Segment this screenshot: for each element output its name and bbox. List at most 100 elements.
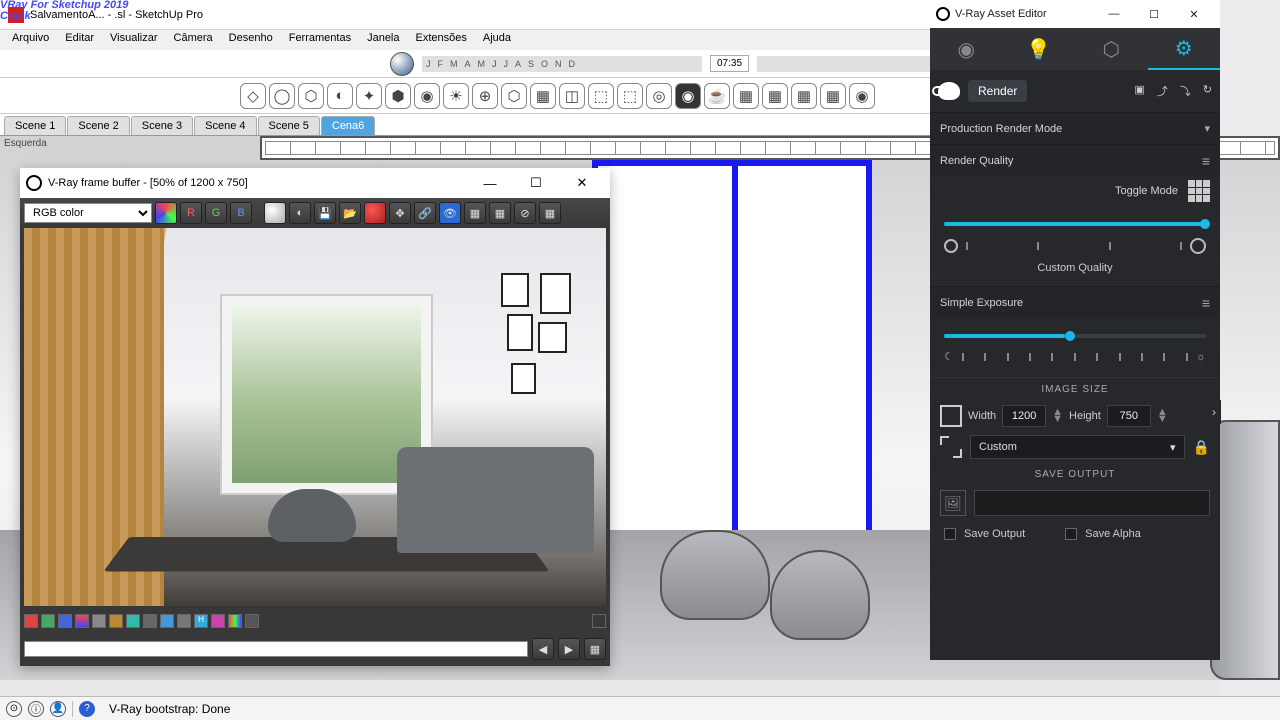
tool-icon[interactable]: ⬡: [298, 83, 324, 109]
tool-icon[interactable]: ◫: [559, 83, 585, 109]
width-stepper[interactable]: ▲▼: [1052, 409, 1063, 423]
menu-arquivo[interactable]: Arquivo: [4, 30, 57, 50]
tab-lights[interactable]: 💡: [1003, 28, 1076, 70]
output-path-input[interactable]: [974, 490, 1210, 516]
tool-icon[interactable]: ⊕: [472, 83, 498, 109]
tool-icon[interactable]: ◉: [414, 83, 440, 109]
menu-ajuda[interactable]: Ajuda: [475, 30, 519, 50]
tool-icon[interactable]: ⬡: [501, 83, 527, 109]
menu-ferramentas[interactable]: Ferramentas: [281, 30, 359, 50]
minimize-button[interactable]: —: [1094, 1, 1134, 27]
tool-icon[interactable]: ⬚: [617, 83, 643, 109]
save-output-checkbox[interactable]: Save Output: [944, 528, 1025, 540]
status-icon[interactable]: ⊙: [6, 701, 22, 717]
month-slider[interactable]: JFMAMJJASOND: [422, 56, 702, 72]
scene-tab[interactable]: Scene 4: [194, 116, 256, 135]
teapot-icon[interactable]: [938, 82, 960, 100]
save-icon[interactable]: 💾: [314, 202, 336, 224]
tool-icon[interactable]: ▦: [820, 83, 846, 109]
tool-icon[interactable]: ⬢: [385, 83, 411, 109]
menu-desenho[interactable]: Desenho: [221, 30, 281, 50]
channel-g[interactable]: G: [205, 202, 227, 224]
status-icon[interactable]: ⓘ: [28, 701, 44, 717]
safe-frame-icon[interactable]: [940, 436, 962, 458]
region-icon[interactable]: ✥: [389, 202, 411, 224]
minimize-button[interactable]: —: [468, 169, 512, 197]
cc-icon[interactable]: [592, 614, 606, 628]
channel-b[interactable]: B: [230, 202, 252, 224]
cc-icon[interactable]: [75, 614, 89, 628]
cc-icon[interactable]: [177, 614, 191, 628]
tab-materials[interactable]: ◉: [930, 28, 1003, 70]
vfb-titlebar[interactable]: V-Ray frame buffer - [50% of 1200 x 750]…: [20, 168, 610, 198]
cc-icon[interactable]: H: [194, 614, 208, 628]
cc-icon[interactable]: [143, 614, 157, 628]
scene-tab[interactable]: Scene 2: [67, 116, 129, 135]
tool-icon[interactable]: ▦: [530, 83, 556, 109]
tool-icon[interactable]: ⬚: [588, 83, 614, 109]
render-mode-row[interactable]: Production Render Mode ▾: [930, 112, 1220, 144]
height-input[interactable]: [1107, 405, 1151, 427]
menu-extensoes[interactable]: Extensões: [408, 30, 475, 50]
menu-janela[interactable]: Janela: [359, 30, 407, 50]
scene-tab[interactable]: Scene 3: [131, 116, 193, 135]
render-button[interactable]: Render: [968, 80, 1027, 102]
tool-icon[interactable]: ▦: [539, 202, 561, 224]
vae-titlebar[interactable]: V-Ray Asset Editor — ☐ ✕: [930, 0, 1220, 28]
tool-icon[interactable]: ✦: [356, 83, 382, 109]
grid-icon[interactable]: [1188, 180, 1210, 202]
swap-icon[interactable]: ◐: [289, 202, 311, 224]
history-end[interactable]: ▦: [584, 638, 606, 660]
cc-icon[interactable]: [211, 614, 225, 628]
time-1[interactable]: 07:35: [710, 55, 749, 72]
close-button[interactable]: ✕: [560, 169, 604, 197]
history-next[interactable]: ▶: [558, 638, 580, 660]
link-icon[interactable]: 🔗: [414, 202, 436, 224]
tool-icon[interactable]: ▦: [733, 83, 759, 109]
history-prev[interactable]: ◀: [532, 638, 554, 660]
expand-right-icon[interactable]: ›: [1207, 400, 1221, 424]
aspect-select[interactable]: Custom▾: [970, 435, 1185, 459]
quality-slider[interactable]: [944, 222, 1206, 226]
close-button[interactable]: ✕: [1174, 1, 1214, 27]
vfb-show-icon[interactable]: ▣: [1134, 83, 1144, 99]
cc-icon[interactable]: [245, 614, 259, 628]
tool-icon[interactable]: ☀: [443, 83, 469, 109]
save-alpha-checkbox[interactable]: Save Alpha: [1065, 528, 1141, 540]
eye-icon[interactable]: 👁: [439, 202, 461, 224]
history-track[interactable]: [24, 641, 528, 657]
export-icon[interactable]: ⤴: [1157, 83, 1168, 99]
tool-icon[interactable]: ◎: [646, 83, 672, 109]
maximize-button[interactable]: ☐: [1134, 1, 1174, 27]
cc-icon[interactable]: [41, 614, 55, 628]
scene-tab-active[interactable]: Cena6: [321, 116, 375, 135]
menu-visualizar[interactable]: Visualizar: [102, 30, 166, 50]
vray-render-icon[interactable]: ◉: [675, 83, 701, 109]
time-slider[interactable]: [757, 56, 957, 72]
tool-icon[interactable]: ☕: [704, 83, 730, 109]
cc-icon[interactable]: [24, 614, 38, 628]
width-input[interactable]: [1002, 405, 1046, 427]
render-canvas[interactable]: [24, 228, 606, 606]
status-icon[interactable]: 👤: [50, 701, 66, 717]
tool-icon[interactable]: ◉: [849, 83, 875, 109]
channel-r[interactable]: R: [180, 202, 202, 224]
menu-camera[interactable]: Câmera: [166, 30, 221, 50]
height-stepper[interactable]: ▲▼: [1157, 409, 1168, 423]
rgb-icon[interactable]: [155, 202, 177, 224]
mono-icon[interactable]: [264, 202, 286, 224]
tool-icon[interactable]: ▦: [762, 83, 788, 109]
clear-icon[interactable]: [364, 202, 386, 224]
tab-settings[interactable]: ⚙: [1148, 28, 1221, 70]
cc-icon[interactable]: [92, 614, 106, 628]
tool-icon[interactable]: ▦: [791, 83, 817, 109]
image-file-icon[interactable]: 🖼: [940, 490, 966, 516]
exposure-row[interactable]: Simple Exposure ≡: [930, 286, 1220, 318]
channel-select[interactable]: RGB color: [24, 203, 152, 223]
open-icon[interactable]: 📂: [339, 202, 361, 224]
tool-icon[interactable]: ◇: [240, 83, 266, 109]
cc-icon[interactable]: [109, 614, 123, 628]
scene-tab[interactable]: Scene 5: [258, 116, 320, 135]
cc-icon[interactable]: [126, 614, 140, 628]
tool-icon[interactable]: ◐: [327, 83, 353, 109]
